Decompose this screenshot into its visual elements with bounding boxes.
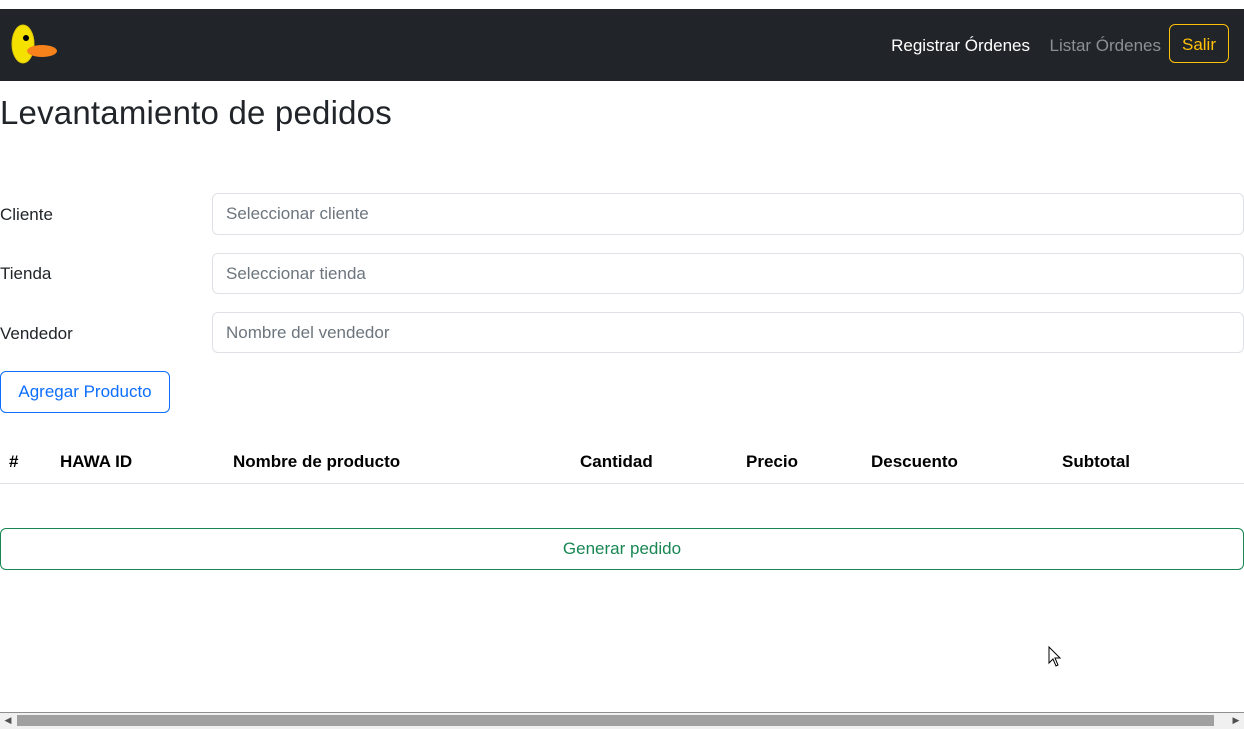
logout-button[interactable]: Salir xyxy=(1169,24,1229,63)
client-select-input[interactable] xyxy=(212,193,1244,235)
top-strip xyxy=(0,0,1244,9)
seller-name-input[interactable] xyxy=(212,312,1244,353)
store-select-input[interactable] xyxy=(212,253,1244,294)
client-label: Cliente xyxy=(0,205,53,224)
scrollbar-thumb[interactable] xyxy=(17,715,1214,726)
column-header-quantity: Cantidad xyxy=(580,452,653,471)
seller-label: Vendedor xyxy=(0,324,73,343)
scroll-left-arrow-icon[interactable]: ◀ xyxy=(1,715,15,727)
add-product-button[interactable]: Agregar Producto xyxy=(0,371,170,413)
column-header-discount: Descuento xyxy=(871,452,958,471)
column-header-price: Precio xyxy=(746,452,798,471)
nav-link-list-orders[interactable]: Listar Órdenes xyxy=(1050,35,1162,57)
column-header-index: # xyxy=(9,452,19,471)
store-label: Tienda xyxy=(0,264,52,283)
page-title: Levantamiento de pedidos xyxy=(0,94,392,131)
generate-order-button[interactable]: Generar pedido xyxy=(0,528,1244,570)
navbar: Registrar Órdenes Listar Órdenes Salir xyxy=(0,9,1244,81)
column-header-subtotal: Subtotal xyxy=(1062,452,1130,471)
column-header-product-name: Nombre de producto xyxy=(233,452,401,471)
nav-link-register-orders[interactable]: Registrar Órdenes xyxy=(891,35,1030,57)
column-header-hawa-id: HAWA ID xyxy=(60,452,133,471)
duck-logo-icon[interactable] xyxy=(10,23,60,67)
horizontal-scrollbar[interactable]: ◀ ▶ xyxy=(0,712,1244,729)
mouse-cursor-icon xyxy=(1048,645,1062,668)
products-table-header: # HAWA ID Nombre de producto Cantidad Pr… xyxy=(0,440,1244,484)
scroll-right-arrow-icon[interactable]: ▶ xyxy=(1229,715,1243,727)
